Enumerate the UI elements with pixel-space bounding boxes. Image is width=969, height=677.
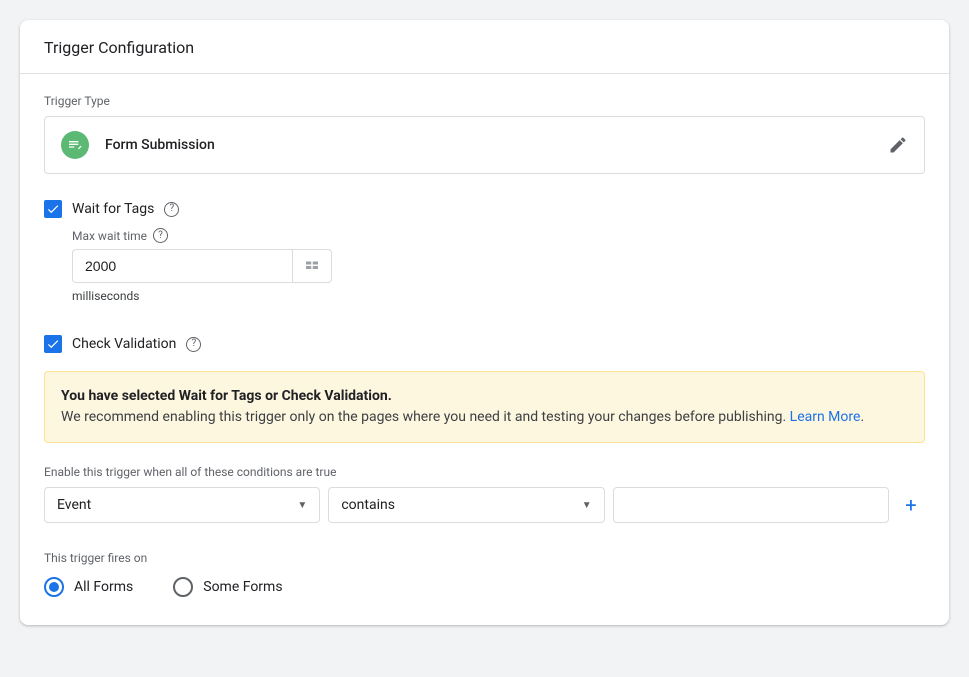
condition-value-input[interactable] — [613, 487, 889, 523]
trigger-type-label: Trigger Type — [44, 94, 925, 108]
help-icon[interactable]: ? — [164, 202, 179, 217]
learn-more-link[interactable]: Learn More — [790, 409, 861, 425]
pencil-icon — [888, 135, 908, 155]
some-forms-option[interactable]: Some Forms — [173, 577, 282, 597]
max-wait-section: Max wait time ? milliseconds — [72, 228, 925, 303]
wait-for-tags-row: Wait for Tags ? — [44, 200, 925, 218]
block-icon — [303, 257, 321, 275]
add-condition-button[interactable]: + — [897, 493, 925, 517]
max-wait-label-row: Max wait time ? — [72, 228, 925, 243]
max-wait-unit: milliseconds — [72, 289, 925, 303]
notice-body: We recommend enabling this trigger only … — [61, 407, 908, 428]
check-icon — [46, 202, 60, 216]
help-icon[interactable]: ? — [153, 228, 168, 243]
all-forms-option[interactable]: All Forms — [44, 577, 133, 597]
wait-for-tags-checkbox[interactable] — [44, 200, 62, 218]
fires-on-label: This trigger fires on — [44, 551, 925, 565]
notice-text: We recommend enabling this trigger only … — [61, 409, 790, 425]
form-submission-icon — [61, 131, 89, 159]
variable-picker-button[interactable] — [292, 249, 332, 283]
chevron-down-icon: ▼ — [582, 500, 592, 511]
max-wait-label: Max wait time — [72, 229, 147, 243]
condition-row: Event ▼ contains ▼ + — [44, 487, 925, 523]
some-forms-label: Some Forms — [203, 579, 282, 595]
check-validation-row: Check Validation ? — [44, 335, 925, 353]
condition-variable-value: Event — [57, 497, 91, 513]
validation-notice: You have selected Wait for Tags or Check… — [44, 371, 925, 443]
check-validation-checkbox[interactable] — [44, 335, 62, 353]
wait-for-tags-label: Wait for Tags — [72, 201, 154, 217]
conditions-label: Enable this trigger when all of these co… — [44, 465, 925, 479]
all-forms-label: All Forms — [74, 579, 133, 595]
check-icon — [46, 337, 60, 351]
fires-on-radio-group: All Forms Some Forms — [44, 577, 925, 597]
card-title: Trigger Configuration — [20, 20, 949, 74]
condition-operator-value: contains — [341, 497, 395, 513]
notice-period: . — [860, 409, 864, 425]
radio-some-forms — [173, 577, 193, 597]
help-icon[interactable]: ? — [186, 337, 201, 352]
edit-trigger-type-button[interactable] — [888, 135, 908, 155]
condition-operator-select[interactable]: contains ▼ — [328, 487, 604, 523]
max-wait-input-group — [72, 249, 925, 283]
max-wait-input[interactable] — [72, 249, 292, 283]
trigger-type-value: Form Submission — [105, 137, 872, 153]
notice-title: You have selected Wait for Tags or Check… — [61, 386, 908, 407]
trigger-type-selector[interactable]: Form Submission — [44, 116, 925, 174]
card-body: Trigger Type Form Submission Wait for Ta… — [20, 74, 949, 625]
chevron-down-icon: ▼ — [297, 500, 307, 511]
radio-all-forms — [44, 577, 64, 597]
condition-variable-select[interactable]: Event ▼ — [44, 487, 320, 523]
trigger-config-card: Trigger Configuration Trigger Type Form … — [20, 20, 949, 625]
check-validation-label: Check Validation — [72, 336, 176, 352]
